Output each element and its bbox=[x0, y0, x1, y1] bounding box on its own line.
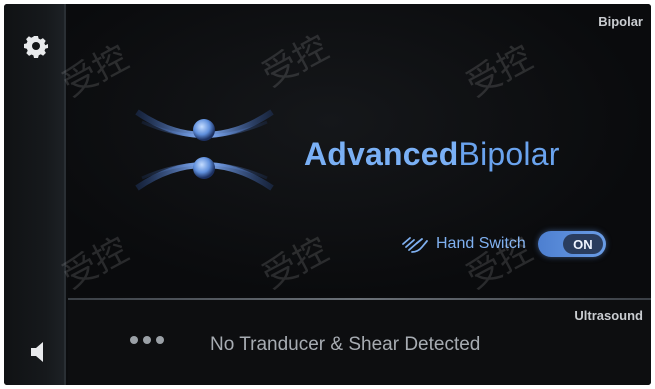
speaker-icon bbox=[31, 342, 43, 362]
bipolar-panel[interactable]: Bipolar AdvancedBipolar Hand Switch ON bbox=[68, 4, 651, 296]
loading-dots-icon bbox=[130, 336, 164, 344]
device-screen: Bipolar AdvancedBipolar Hand Switch ON U… bbox=[4, 4, 651, 385]
hand-switch-control[interactable]: Hand Switch ON bbox=[400, 230, 606, 258]
hand-switch-label: Hand Switch bbox=[436, 235, 526, 252]
brand-title: AdvancedBipolar bbox=[304, 136, 560, 173]
settings-button[interactable] bbox=[24, 34, 48, 58]
advanced-bipolar-logo-icon bbox=[135, 109, 274, 191]
mode-label-bipolar: Bipolar bbox=[598, 14, 643, 29]
brand-bold-text: Advanced bbox=[304, 136, 459, 172]
volume-button[interactable] bbox=[31, 341, 45, 363]
mode-label-ultrasound: Ultrasound bbox=[574, 308, 643, 323]
hand-switch-toggle[interactable]: ON bbox=[537, 231, 606, 257]
gear-icon bbox=[24, 36, 48, 58]
sidebar bbox=[4, 4, 66, 385]
hand-icon bbox=[402, 237, 428, 253]
brand-light-text: Bipolar bbox=[458, 136, 560, 172]
toggle-state: ON bbox=[562, 234, 603, 254]
status-message: No Tranducer & Shear Detected bbox=[210, 334, 481, 355]
ultrasound-panel[interactable]: Ultrasound No Tranducer & Shear Detected bbox=[68, 300, 651, 385]
